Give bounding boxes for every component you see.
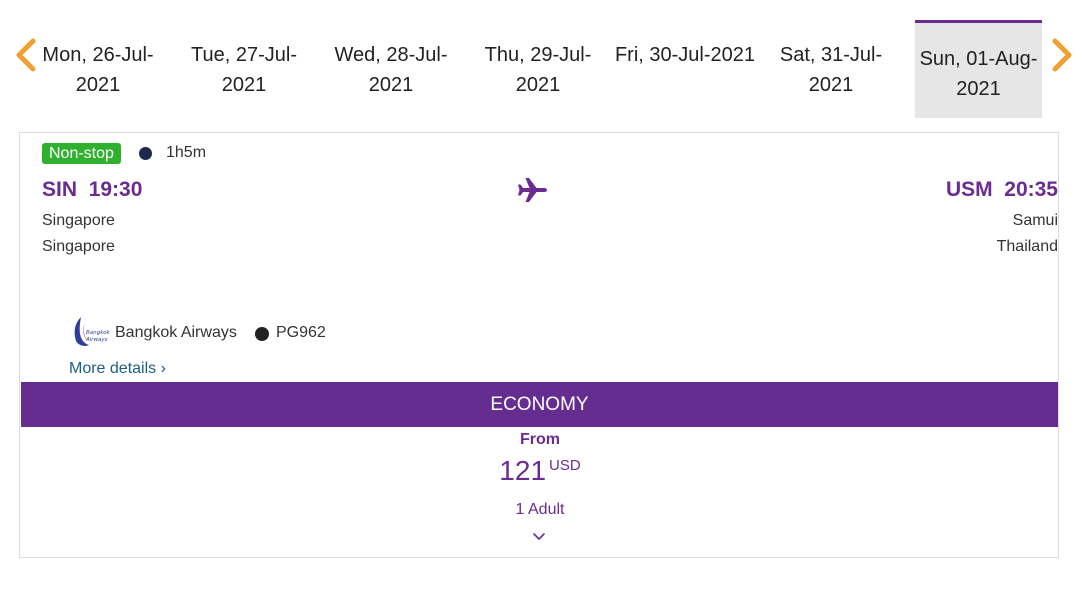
date-line-2: 2021 xyxy=(515,74,561,96)
date-tab-thu-29-jul[interactable]: Thu, 29-Jul- 2021 xyxy=(465,20,611,118)
date-line-1: Fri, 30-Jul-2021 xyxy=(614,44,756,66)
fare-price: 121 USD xyxy=(20,455,1060,487)
date-line-1: Mon, 26-Jul- xyxy=(42,44,154,66)
separator-dot xyxy=(139,147,152,160)
svg-text:Airways: Airways xyxy=(85,337,108,343)
date-line-2: 2021 xyxy=(221,74,267,96)
arrival-time: 20:35 xyxy=(1004,178,1058,201)
departure-time: 19:30 xyxy=(88,178,143,201)
separator-dot xyxy=(255,327,269,341)
chevron-right-icon[interactable] xyxy=(1050,38,1074,72)
date-line-2: 2021 xyxy=(956,78,1001,100)
date-tab-wed-28-jul[interactable]: Wed, 28-Jul- 2021 xyxy=(318,20,464,118)
passenger-count: 1 Adult xyxy=(515,501,565,518)
date-line-1: Wed, 28-Jul- xyxy=(334,44,448,66)
flight-number: PG962 xyxy=(276,324,326,341)
date-line-2: 2021 xyxy=(808,74,854,96)
date-line-1: Sat, 31-Jul- xyxy=(779,44,883,66)
date-line-1: Thu, 29-Jul- xyxy=(484,44,592,66)
departure-code-time: SIN 19:30 xyxy=(42,178,142,202)
date-strip: Mon, 26-Jul- 2021 Tue, 27-Jul- 2021 Wed, 2… xyxy=(0,0,1080,125)
date-line-1: Sun, 01-Aug- xyxy=(919,48,1038,70)
departure-country: Singapore xyxy=(42,238,115,255)
date-tab-sun-01-aug[interactable]: Sun, 01-Aug- 2021 xyxy=(915,20,1042,118)
departure-city: Singapore xyxy=(42,212,115,229)
price-currency: USD xyxy=(549,457,581,474)
from-label: From xyxy=(520,431,560,448)
airplane-icon xyxy=(518,178,547,202)
date-tab-fri-30-jul[interactable]: Fri, 30-Jul-2021 xyxy=(605,20,765,118)
arrival-airport-code: USM xyxy=(945,178,993,201)
date-line-1: Tue, 27-Jul- xyxy=(191,44,297,66)
svg-text:Bangkok: Bangkok xyxy=(86,330,111,336)
nonstop-badge: Non-stop xyxy=(42,143,121,164)
date-tab-sat-31-jul[interactable]: Sat, 31-Jul- 2021 xyxy=(758,20,904,118)
arrival-country: Thailand xyxy=(996,238,1058,255)
chevron-down-icon[interactable] xyxy=(532,531,546,541)
arrival-code-time: USM 20:35 xyxy=(946,178,1058,202)
price-amount: 121 xyxy=(499,455,547,486)
more-details-link[interactable]: More details › xyxy=(69,359,166,379)
departure-airport-code: SIN xyxy=(42,178,78,201)
economy-cabin-header[interactable]: ECONOMY xyxy=(21,382,1058,427)
date-tab-tue-27-jul[interactable]: Tue, 27-Jul- 2021 xyxy=(171,20,317,118)
date-line-2: 2021 xyxy=(368,74,414,96)
arrival-city: Samui xyxy=(1012,212,1058,229)
date-line-2: 2021 xyxy=(75,74,121,96)
date-tab-mon-26-jul[interactable]: Mon, 26-Jul- 2021 xyxy=(25,20,171,118)
bangkok-airways-logo-icon: Bangkok Airways xyxy=(74,317,111,346)
flight-duration: 1h5m xyxy=(166,144,207,161)
airline-name: Bangkok Airways xyxy=(115,324,237,341)
flight-card: Non-stop 1h5m SIN 19:30 Singapore Singap… xyxy=(19,132,1059,558)
